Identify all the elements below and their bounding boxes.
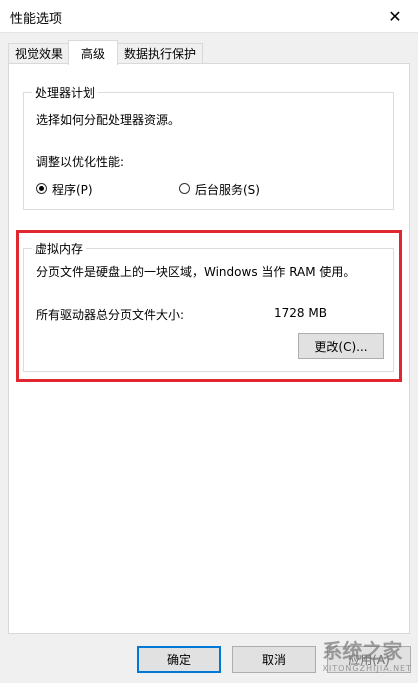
change-button[interactable]: 更改(C)... <box>298 333 384 359</box>
radio-programs[interactable]: 程序(P) <box>36 181 136 197</box>
radio-background-services-label: 后台服务(S) <box>195 183 260 197</box>
ok-button[interactable]: 确定 <box>137 646 221 673</box>
window-title: 性能选项 <box>10 12 63 27</box>
paging-file-total-value: 1728 MB <box>274 306 327 320</box>
tab-panel-advanced: 处理器计划 选择如何分配处理器资源。 调整以优化性能: 程序(P) 后台服务(S… <box>8 63 410 634</box>
paging-file-total-label: 所有驱动器总分页文件大小: <box>36 308 185 322</box>
tab-data-execution-prevention[interactable]: 数据执行保护 <box>117 43 203 63</box>
close-icon[interactable]: ✕ <box>372 0 418 32</box>
adjust-performance-label: 调整以优化性能: <box>36 155 125 169</box>
tab-visual-effects[interactable]: 视觉效果 <box>8 43 70 63</box>
radio-programs-label: 程序(P) <box>52 183 93 197</box>
processor-scheduling-legend: 处理器计划 <box>32 84 99 101</box>
processor-description: 选择如何分配处理器资源。 <box>36 113 181 127</box>
radio-background-services-circle[interactable] <box>179 183 190 194</box>
title-bar[interactable]: 性能选项 ✕ <box>0 0 418 33</box>
virtual-memory-legend: 虚拟内存 <box>32 240 87 257</box>
watermark-logo: 系统之家 XITONGZHIJIA.NET <box>322 639 412 673</box>
virtual-memory-description: 分页文件是硬盘上的一块区域，Windows 当作 RAM 使用。 <box>36 265 356 279</box>
radio-programs-circle[interactable] <box>36 183 47 194</box>
radio-background-services[interactable]: 后台服务(S) <box>179 181 289 197</box>
virtual-memory-group: 虚拟内存 分页文件是硬盘上的一块区域，Windows 当作 RAM 使用。 所有… <box>23 240 394 372</box>
processor-scheduling-group: 处理器计划 选择如何分配处理器资源。 调整以优化性能: 程序(P) 后台服务(S… <box>23 84 394 210</box>
cancel-button[interactable]: 取消 <box>232 646 316 673</box>
tab-advanced[interactable]: 高级 <box>68 40 118 65</box>
performance-options-dialog: 性能选项 ✕ 视觉效果 高级 数据执行保护 处理器计划 选择如何分配处理器资源。… <box>0 0 418 683</box>
